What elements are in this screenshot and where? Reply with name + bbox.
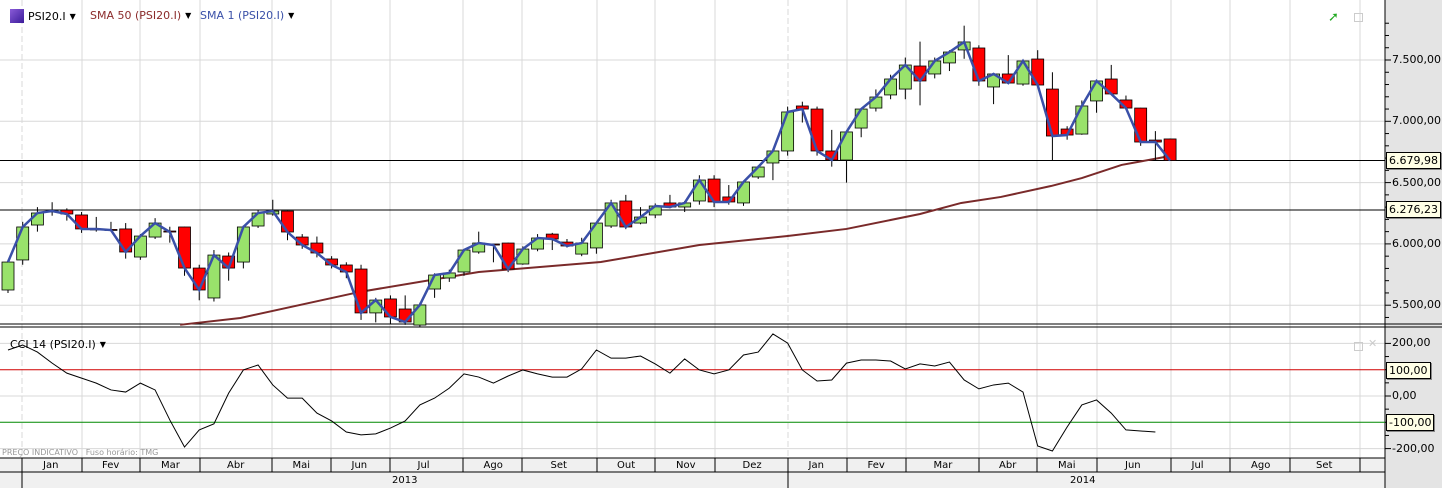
cci-line [7,333,1156,452]
level-tag: 6.679,98 [1386,152,1441,169]
month-label: Ago [483,460,503,471]
candle-up [781,111,795,152]
sma1-legend[interactable]: SMA 1 (PSI20.I) ▼ [200,9,294,22]
cci-level-tag: -100,00 [1386,414,1435,431]
candle-down [354,268,368,314]
candle-down [281,210,294,233]
candle-down [1163,138,1177,161]
close-icon[interactable]: ✕ [1368,337,1377,350]
maximize-icon[interactable] [1354,342,1363,351]
candle-up [604,202,618,227]
price-tick: 7.000,00 [1392,114,1441,127]
price-tick: 7.500,00 [1392,53,1441,66]
candle-up [840,131,853,161]
price-note: PREÇO INDICATIVO [2,448,79,457]
cci-legend[interactable]: CCI 14 (PSI20.I) ▼ [10,338,106,351]
month-label: Jan [808,460,824,471]
cci-tick: 200,00 [1392,336,1431,349]
month-label: Out [617,460,636,471]
month-label: Mar [161,460,180,471]
month-label: Abr [999,460,1017,471]
month-label: Set [550,460,567,471]
candle-down [178,226,191,269]
candle-up [1075,105,1089,135]
sma1-label: SMA 1 (PSI20.I) [200,9,285,22]
candle-up [737,181,750,204]
chevron-down-icon[interactable]: ▼ [100,340,106,349]
month-label: Jun [1125,460,1141,471]
sma50-label: SMA 50 (PSI20.I) [90,9,182,22]
candle-up [884,78,897,96]
month-label: Ago [1251,460,1271,471]
candle-up [869,96,883,109]
month-label: Jul [1191,460,1204,471]
maximize-icon[interactable] [1354,13,1363,22]
instrument-legend[interactable]: PSI20.I ▼ [10,9,76,23]
candle-down [1134,107,1148,143]
candle-up [31,212,44,226]
sma50-legend[interactable]: SMA 50 (PSI20.I) ▼ [90,9,191,22]
month-label: Fev [102,460,120,471]
month-label: Mar [933,460,953,471]
cci-level-tag: 100,00 [1386,362,1431,379]
trend-icon[interactable]: ➚ [1328,10,1339,25]
candle-down [707,178,721,203]
candle-down [810,108,824,152]
candle-up [16,226,30,261]
price-tick: 5.500,00 [1392,298,1441,311]
price-tick: 6.500,00 [1392,176,1441,189]
month-label: Fev [867,460,885,471]
footer-note: PREÇO INDICATIVO Fuso horário: TMG [2,448,158,457]
candle-up [207,254,221,299]
candle-up [1,261,15,291]
cci-tick: -200,00 [1392,442,1435,455]
candle-up [251,212,265,227]
month-label: Nov [676,460,696,471]
month-label: Mai [1058,460,1076,471]
month-label: Dez [742,460,762,471]
candle-up [1016,60,1030,85]
candle-down [972,47,986,82]
year-label: 2013 [392,475,418,486]
cci-tick: 0,00 [1392,389,1417,402]
candle-down [1046,88,1059,137]
month-label: Mai [292,460,311,471]
cci-label: CCI 14 (PSI20.I) [10,338,96,351]
month-label: Set [1316,460,1333,471]
timezone-note: Fuso horário: TMG [85,448,159,457]
month-label: Jun [351,460,368,471]
candle-up [236,226,250,263]
year-label: 2014 [1070,475,1096,486]
candle-up [854,108,868,129]
chevron-down-icon[interactable]: ▼ [70,12,76,21]
chart-canvas[interactable] [0,0,1442,488]
chevron-down-icon[interactable]: ▼ [185,11,191,20]
price-tick: 6.000,00 [1392,237,1441,250]
candle-down [75,214,88,230]
candle-up [457,249,471,273]
month-label: Jan [43,460,59,471]
level-tag: 6.276,23 [1386,201,1441,218]
month-label: Jul [417,460,430,471]
candle-up [692,179,706,202]
chevron-down-icon[interactable]: ▼ [288,11,294,20]
instrument-label: PSI20.I [28,9,66,23]
candle-down [1031,58,1045,86]
candle-down [384,298,397,318]
cfd-icon [10,9,24,23]
month-label: Abr [227,460,245,471]
sma50-line [179,155,1171,326]
